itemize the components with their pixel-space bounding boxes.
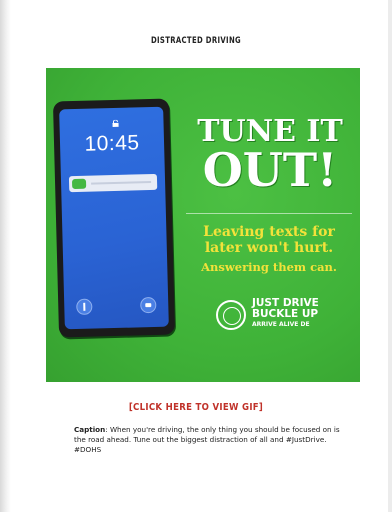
ad-image: 10:45 TUNE IT OUT! Leaving texts for lat… [46,68,360,382]
caption: Caption: When you're driving, the only t… [74,425,344,455]
phone-screen: 10:45 [59,106,169,330]
subline-1: Leaving texts for [203,224,335,240]
lock-icon [112,119,119,128]
brand-line2: BUCKLE UP [252,308,319,320]
page-heading: DISTRACTED DRIVING [150,36,242,46]
camera-icon [140,296,157,314]
view-gif-link[interactable]: [CLICK HERE TO VIEW GIF] [0,402,392,413]
caption-text: : When you're driving, the only thing yo… [74,425,340,454]
subline-2: later won't hurt. [204,240,334,256]
divider [186,213,352,214]
caption-label: Caption [74,425,106,434]
flashlight-icon [76,298,93,316]
phone-clock: 10:45 [84,131,140,156]
page-edge [0,0,11,512]
notification-line [91,181,152,185]
message-icon [71,178,87,190]
seal-icon [216,300,246,330]
phone-illustration: 10:45 [52,98,176,338]
subline-3: Answering them can. [201,260,337,274]
text-notification [68,173,158,193]
headline-line2: OUT! [202,143,338,197]
page-edge-right [388,0,392,512]
brand-line3: ARRIVE ALIVE DE [252,321,310,328]
